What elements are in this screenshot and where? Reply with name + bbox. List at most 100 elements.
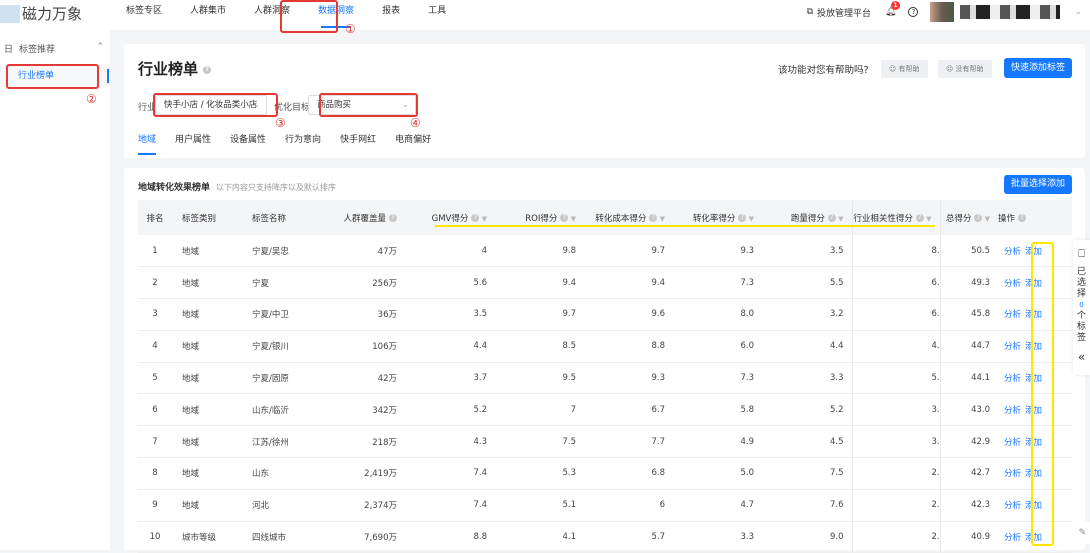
cell: 45.8 <box>939 298 998 331</box>
cell: 9.8 <box>495 235 584 268</box>
cell: 5.2 <box>405 393 495 427</box>
cell: 9.4 <box>584 266 673 300</box>
quick-add-tag-button[interactable]: 快速添加标签 <box>1004 58 1072 78</box>
cell: 地域 <box>172 330 242 363</box>
help-icon[interactable]: ? <box>1018 214 1027 222</box>
analyze-link[interactable]: 分析 <box>1004 310 1021 320</box>
tab[interactable]: 设备属性 <box>230 132 266 155</box>
collapse-icon[interactable]: « <box>1073 351 1090 363</box>
sidebar: 日标签推荐 ⌃ 行业榜单 <box>0 30 110 550</box>
cell: 3 <box>138 298 172 331</box>
edit-icon[interactable]: ✎ <box>1075 522 1090 544</box>
table-row: 3地域宁夏/中卫36万3.59.79.68.03.26.545.8分析添加 <box>138 298 1072 331</box>
help-icon[interactable]: ? <box>203 65 212 74</box>
column-header[interactable]: 跑量得分? ▼ <box>762 200 852 235</box>
tab[interactable]: 行为意向 <box>285 132 321 155</box>
cell: 3.2 <box>762 298 852 331</box>
sort-icon[interactable]: ▼ <box>746 215 754 223</box>
column-header[interactable]: 行业相关性得分? ▼ <box>851 200 940 235</box>
cell: 5 <box>138 362 172 395</box>
table-row: 1地域宁夏/吴忠47万49.89.79.33.58.650.5分析添加 <box>138 235 1072 268</box>
cell: 地域 <box>172 362 242 395</box>
cell: 9.0 <box>762 521 852 553</box>
cell: 山东/临沂 <box>242 393 320 427</box>
nav-item[interactable]: 工具 <box>414 0 460 30</box>
help-icon[interactable]: ? <box>908 7 919 17</box>
column-header[interactable]: 转化率得分? ▼ <box>673 200 762 235</box>
feedback-question: 该功能对您有帮助吗? <box>778 65 869 76</box>
annotation-underline <box>435 225 935 227</box>
logo[interactable]: 磁力万象 <box>0 3 82 24</box>
cell: 4.3 <box>405 425 495 459</box>
cell: 9.3 <box>673 235 762 268</box>
cell: 8.8 <box>584 330 673 363</box>
column-label: 标签类别 <box>182 213 217 224</box>
sort-icon[interactable]: ▼ <box>657 215 665 223</box>
cell: 河北 <box>242 489 320 522</box>
cell: 3.5 <box>405 298 495 331</box>
sort-icon[interactable]: ▼ <box>982 215 990 223</box>
platform-link[interactable]: 投放管理平台 <box>817 6 871 19</box>
cell: 5.8 <box>851 362 940 395</box>
tab[interactable]: 用户属性 <box>175 132 211 155</box>
column-label: 总得分 <box>945 213 972 224</box>
cell: 7.3 <box>673 266 762 300</box>
nav-item[interactable]: 人群集市 <box>176 0 240 30</box>
chevron-down-icon[interactable]: ⌄ <box>1074 7 1082 17</box>
cell: 9.4 <box>495 266 584 300</box>
analyze-link[interactable]: 分析 <box>1004 342 1021 352</box>
column-header[interactable]: 转化成本得分? ▼ <box>584 200 673 235</box>
analyze-link[interactable]: 分析 <box>1004 406 1021 416</box>
tab[interactable]: 电商偏好 <box>395 132 431 155</box>
cell: 4.9 <box>851 330 940 363</box>
cell: 4.5 <box>762 425 852 459</box>
analyze-link[interactable]: 分析 <box>1004 533 1021 543</box>
analyze-link[interactable]: 分析 <box>1004 247 1021 257</box>
tag-icon: 日 <box>4 45 14 55</box>
help-icon[interactable]: ? <box>389 214 397 222</box>
cell: 9 <box>138 489 172 522</box>
not-helpful-button[interactable]: ☹ 没有帮助 <box>938 60 992 78</box>
column-header[interactable]: GMV得分? ▼ <box>405 200 495 235</box>
sort-icon[interactable]: ▼ <box>479 215 487 223</box>
column-header: 人群覆盖量? <box>320 200 405 235</box>
sidebar-group[interactable]: 日标签推荐 ⌃ <box>4 42 104 55</box>
sort-icon[interactable]: ▼ <box>836 215 843 223</box>
analyze-link[interactable]: 分析 <box>1004 438 1021 448</box>
cell: 7.6 <box>762 489 852 522</box>
tab[interactable]: 地域 <box>138 132 156 155</box>
cell: 106万 <box>320 330 405 363</box>
avatar[interactable] <box>930 2 955 22</box>
analyze-link[interactable]: 分析 <box>1004 279 1021 289</box>
nav-item[interactable]: 报表 <box>368 0 414 30</box>
help-icon[interactable]: ? <box>915 214 924 222</box>
batch-add-button[interactable]: 批量选择添加 <box>1004 175 1072 194</box>
cell: 9.7 <box>584 235 673 268</box>
annotation-2: ② <box>86 92 97 106</box>
cell: 7.3 <box>673 362 762 395</box>
bell-icon[interactable]: 🔔︎ 1 <box>885 1 901 17</box>
table-row: 9地域河北2,374万7.45.164.77.62.742.3分析添加 <box>138 489 1072 522</box>
column-label: 标签名称 <box>252 213 287 224</box>
analyze-link[interactable]: 分析 <box>1004 501 1021 511</box>
cell: 10 <box>138 521 172 553</box>
cell: 地域 <box>172 489 242 522</box>
help-icon[interactable]: ? <box>827 214 836 222</box>
analyze-link[interactable]: 分析 <box>1004 374 1021 384</box>
sort-icon[interactable]: ▼ <box>568 215 576 223</box>
cell: 342万 <box>320 393 405 427</box>
cell: 4.9 <box>673 425 762 459</box>
logo-icon <box>0 4 20 23</box>
sort-icon[interactable]: ▼ <box>924 215 931 223</box>
column-header[interactable]: 总得分? ▼ <box>939 200 998 235</box>
cell: 城市等级 <box>172 521 242 553</box>
selected-tags-panel[interactable]: ⎕ 已选择 0 个标签 « <box>1073 240 1090 375</box>
tab[interactable]: 快手网红 <box>340 132 376 155</box>
column-header[interactable]: ROI得分? ▼ <box>495 200 584 235</box>
table-row: 10城市等级四线城市7,690万8.84.15.73.39.02.840.9 分析… <box>138 521 1072 553</box>
nav-item[interactable]: 标签专区 <box>112 0 176 30</box>
table-title: 地域转化效果榜单 <box>138 183 211 193</box>
analyze-link[interactable]: 分析 <box>1004 469 1021 479</box>
helpful-button[interactable]: ☺ 有帮助 <box>881 60 928 78</box>
cell: 江苏/徐州 <box>242 425 320 459</box>
